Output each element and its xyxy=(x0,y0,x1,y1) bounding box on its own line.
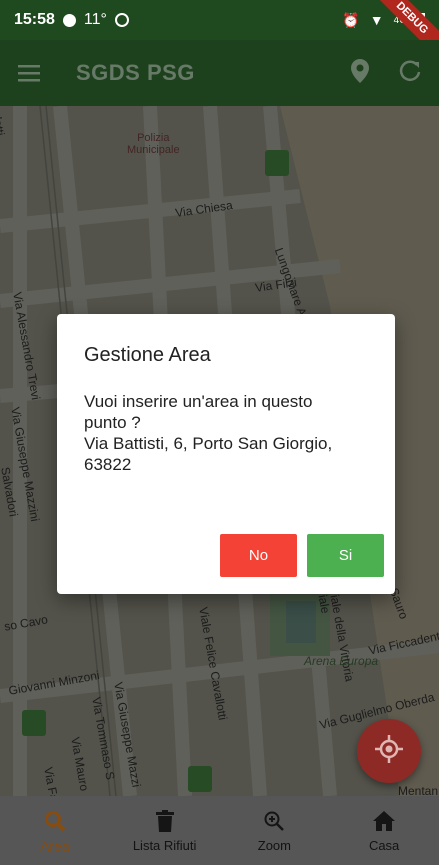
nav-item-area[interactable]: Area xyxy=(0,796,110,865)
gestione-area-dialog: Gestione Area Vuoi inserire un'area in q… xyxy=(57,314,395,594)
nav-label-zoom: Zoom xyxy=(257,838,291,853)
home-icon xyxy=(373,808,396,834)
trash-icon xyxy=(155,808,174,834)
search-icon xyxy=(44,808,66,834)
nav-item-casa[interactable]: Casa xyxy=(329,796,439,865)
wifi-icon: ▼ xyxy=(369,12,384,28)
notification-icon xyxy=(114,13,129,27)
nav-label-area: Area xyxy=(40,837,70,854)
status-temperature: 11° xyxy=(83,11,107,28)
nav-item-lista-rifiuti[interactable]: Lista Rifiuti xyxy=(110,796,220,865)
dialog-title: Gestione Area xyxy=(84,344,211,366)
weather-icon xyxy=(62,13,76,27)
bottom-navigation: Area Lista Rifiuti Zoom Casa xyxy=(0,796,439,865)
no-button[interactable]: No xyxy=(220,534,297,577)
nav-label-casa: Casa xyxy=(368,838,400,853)
zoom-in-icon xyxy=(263,808,285,834)
nav-label-lista-rifiuti: Lista Rifiuti xyxy=(132,838,197,853)
gps-fixed-icon xyxy=(375,734,403,768)
alarm-icon: ⏰ xyxy=(342,11,360,28)
status-bar: 15:58 11° ⏰ ▼ 4G DEBUG xyxy=(0,0,439,64)
status-time: 15:58 xyxy=(14,11,55,28)
dialog-message: Vuoi inserire un'area in questo punto ? … xyxy=(84,392,333,474)
nav-item-zoom[interactable]: Zoom xyxy=(220,796,330,865)
si-button[interactable]: Si xyxy=(307,534,384,577)
gps-locate-button[interactable] xyxy=(357,719,421,783)
